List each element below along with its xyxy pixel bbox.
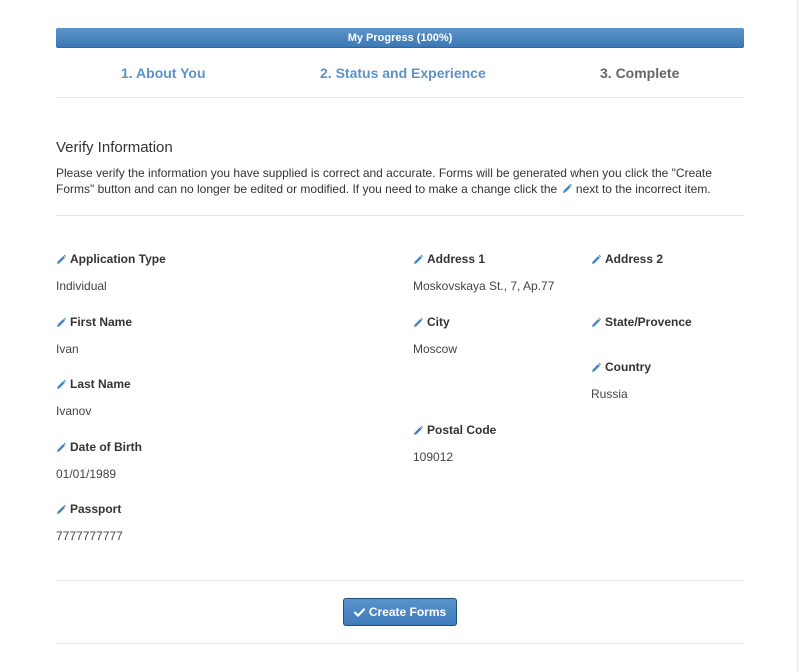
pencil-icon[interactable]	[413, 253, 423, 265]
field-label: Last Name	[70, 377, 131, 391]
divider	[56, 215, 744, 216]
field-date-of-birth: Date of Birth 01/01/1989	[56, 439, 142, 481]
divider	[56, 97, 744, 98]
field-label: Application Type	[70, 252, 166, 266]
check-icon	[353, 607, 365, 617]
field-address-2: Address 2	[591, 251, 663, 267]
field-value: Ivan	[56, 342, 79, 356]
field-label: State/Provence	[605, 315, 692, 329]
field-label-row: Date of Birth	[56, 439, 142, 455]
wizard-steps: 1. About You 2. Status and Experience 3.…	[56, 62, 744, 84]
intro-text-part2: next to the incorrect item.	[575, 182, 711, 196]
field-label: City	[427, 315, 450, 329]
field-value: 109012	[413, 450, 454, 464]
pencil-icon[interactable]	[56, 378, 66, 390]
intro-text: Please verify the information you have s…	[56, 165, 746, 198]
field-label: Date of Birth	[70, 440, 142, 454]
field-label: First Name	[70, 315, 133, 329]
field-label-row: Country	[591, 359, 651, 375]
pencil-icon[interactable]	[56, 441, 66, 453]
field-label-row: First Name	[56, 314, 132, 330]
field-last-name: Last Name Ivanov	[56, 376, 131, 418]
field-label-row: Address 1	[413, 251, 485, 267]
pencil-icon[interactable]	[56, 253, 66, 265]
create-forms-label: Create Forms	[368, 605, 447, 619]
field-city: City Moscow	[413, 314, 457, 356]
field-label-row: State/Provence	[591, 314, 692, 330]
field-label-row: Postal Code	[413, 422, 496, 438]
step-status-and-experience[interactable]: 2. Status and Experience	[320, 62, 486, 84]
field-label-row: Address 2	[591, 251, 663, 267]
field-label-row: Application Type	[56, 251, 166, 267]
step-complete: 3. Complete	[600, 65, 680, 81]
field-passport: Passport 7777777777	[56, 501, 123, 543]
field-value: Ivanov	[56, 404, 92, 418]
field-postal-code: Postal Code 109012	[413, 422, 496, 464]
field-label-row: City	[413, 314, 450, 330]
pencil-icon	[562, 182, 572, 198]
divider	[56, 643, 744, 644]
field-label-row: Passport	[56, 501, 121, 517]
field-application-type: Application Type Individual	[56, 251, 166, 293]
field-value: Individual	[56, 279, 107, 293]
create-forms-button[interactable]: Create Forms	[343, 598, 457, 626]
pencil-icon[interactable]	[413, 424, 423, 436]
pencil-icon[interactable]	[591, 361, 601, 373]
field-address-1: Address 1 Moskovskaya St., 7, Ap.77	[413, 251, 554, 293]
pencil-icon[interactable]	[591, 316, 601, 328]
field-label: Address 1	[427, 252, 486, 266]
pencil-icon[interactable]	[56, 316, 66, 328]
field-value: Moskovskaya St., 7, Ap.77	[413, 279, 555, 293]
field-value: Russia	[591, 387, 628, 401]
progress-label: My Progress (100%)	[347, 32, 453, 44]
field-value: Moscow	[413, 342, 458, 356]
field-label: Passport	[70, 502, 122, 516]
pencil-icon[interactable]	[413, 316, 423, 328]
pencil-icon[interactable]	[56, 503, 66, 515]
field-country: Country Russia	[591, 359, 651, 401]
field-label: Postal Code	[427, 423, 497, 437]
step-about-you[interactable]: 1. About You	[121, 62, 206, 84]
field-label-row: Last Name	[56, 376, 131, 392]
divider	[56, 580, 744, 581]
field-value: 7777777777	[56, 529, 123, 543]
pencil-icon[interactable]	[591, 253, 601, 265]
progress-bar: My Progress (100%)	[56, 28, 744, 48]
verify-information-page: My Progress (100%) 1. About You 2. Statu…	[0, 0, 798, 672]
field-label: Address 2	[605, 252, 664, 266]
field-first-name: First Name Ivan	[56, 314, 132, 356]
section-title: Verify Information	[56, 139, 173, 156]
field-label: Country	[605, 360, 651, 374]
field-value: 01/01/1989	[56, 467, 117, 481]
field-state-provence: State/Provence	[591, 314, 692, 330]
